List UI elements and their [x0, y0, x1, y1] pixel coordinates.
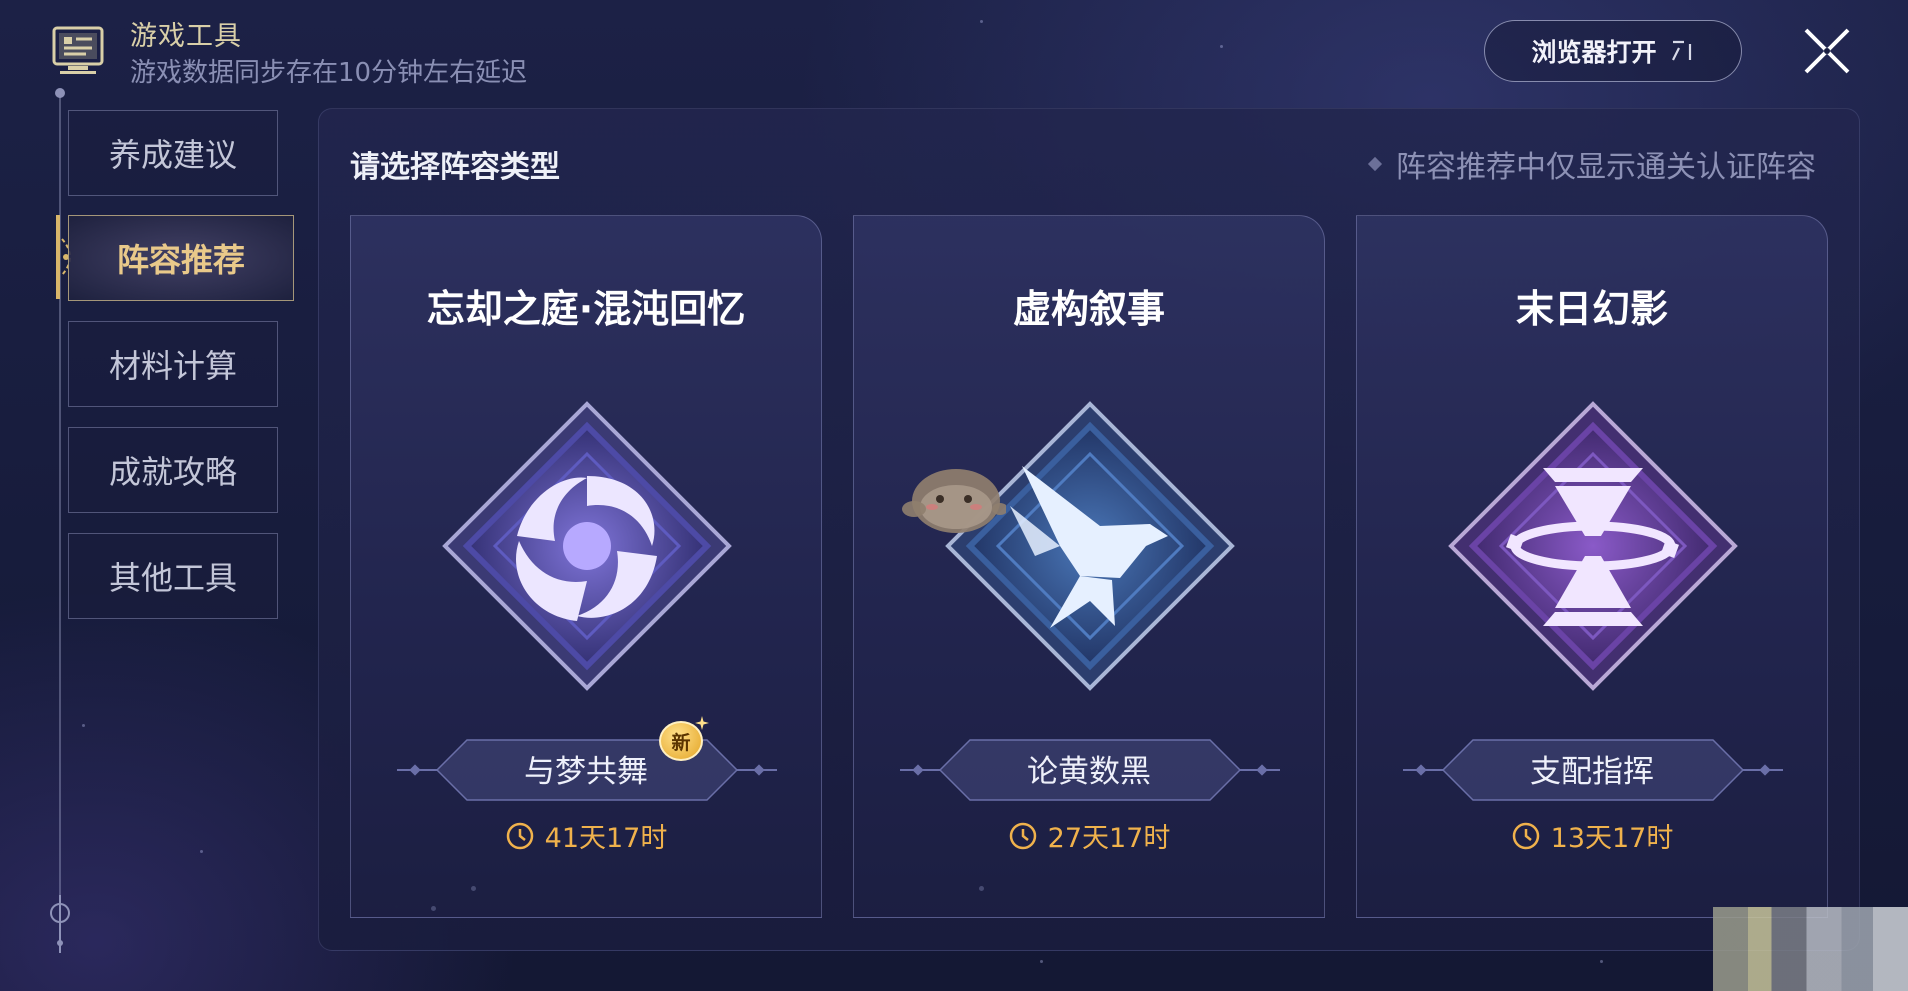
sidebar-item-label: 材料计算: [108, 347, 237, 385]
sidebar-track-end-ornament: [50, 895, 70, 953]
app-window: 游戏工具 游戏数据同步存在10分钟左右延迟 浏览器打开 养成建议 阵容推荐 材料…: [0, 0, 1908, 991]
sidebar-track-top: [55, 88, 65, 98]
sidebar-item-label: 阵容推荐: [116, 241, 245, 279]
external-link-icon: [1671, 40, 1691, 61]
card-tag-label: 与梦共舞: [524, 754, 648, 790]
panel-title: 请选择阵容类型: [350, 150, 560, 185]
clock-icon: [506, 822, 533, 849]
game-tools-icon: [52, 26, 104, 74]
card-timer-text: 41天17时: [544, 823, 668, 854]
close-icon[interactable]: [1800, 24, 1854, 78]
card-title: 忘却之庭·混沌回忆: [426, 287, 746, 331]
sidebar-item-label: 成就攻略: [108, 453, 237, 491]
clock-icon: [1009, 822, 1036, 849]
card-timer-text: 13天17时: [1550, 823, 1674, 854]
card-tag-label: 支配指挥: [1530, 754, 1654, 790]
spiral-vortex-icon: [442, 401, 732, 691]
hourglass-icon: [1448, 401, 1738, 691]
card-timer-text: 27天17时: [1047, 823, 1171, 854]
sidebar-item-team-recommend[interactable]: 阵容推荐: [68, 215, 294, 301]
header-subtitle: 游戏数据同步存在10分钟左右延迟: [130, 58, 528, 88]
clock-icon: [1512, 822, 1539, 849]
mode-card-apocalyptic-shadow[interactable]: 末日幻影 支配指挥 13天17时: [1356, 215, 1828, 918]
card-timer: 13天17时: [1357, 816, 1827, 855]
card-timer: 41天17时: [351, 816, 821, 855]
sidebar-item-label: 其他工具: [108, 559, 237, 597]
card-timer: 27天17时: [854, 816, 1324, 855]
header-title: 游戏工具: [130, 21, 242, 52]
sidebar-item-material-calc[interactable]: 材料计算: [68, 321, 278, 407]
mode-card-pure-fiction[interactable]: 虚构叙事 论黄数黑 27天17时: [853, 215, 1325, 918]
mascot-sticker-icon: [902, 469, 1006, 533]
sidebar-item-achievements[interactable]: 成就攻略: [68, 427, 278, 513]
sidebar-item-label: 养成建议: [108, 136, 237, 174]
sidebar-item-training[interactable]: 养成建议: [68, 110, 278, 196]
mode-card-memory-of-chaos[interactable]: 忘却之庭·混沌回忆 与梦共舞 新 41天17时: [350, 215, 822, 918]
card-title: 末日幻影: [1515, 287, 1668, 331]
panel-note-text: 阵容推荐中仅显示通关认证阵容: [1396, 150, 1816, 185]
sidebar-item-other-tools[interactable]: 其他工具: [68, 533, 278, 619]
corner-watermark: [1713, 907, 1908, 991]
sparkle-icon: [695, 716, 709, 730]
open-in-browser-label: 浏览器打开: [1531, 38, 1657, 67]
bird-icon: [945, 401, 1235, 691]
diamond-bullet-icon: [1367, 156, 1383, 172]
open-in-browser-button[interactable]: 浏览器打开: [1484, 20, 1742, 82]
card-tag-label: 论黄数黑: [1027, 754, 1151, 790]
panel-note: 阵容推荐中仅显示通关认证阵容: [1367, 142, 1816, 186]
card-title: 虚构叙事: [1012, 287, 1165, 331]
